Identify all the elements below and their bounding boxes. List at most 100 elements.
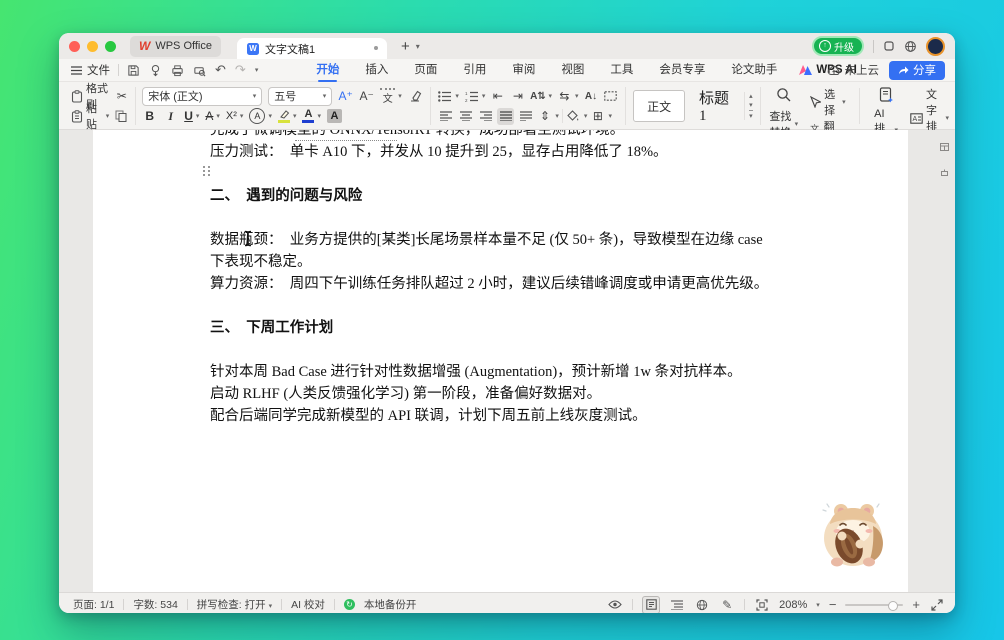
undo-icon[interactable]: ↶ bbox=[215, 62, 226, 78]
ribbon-tab[interactable]: 会员专享 bbox=[659, 61, 705, 80]
fit-page-icon[interactable] bbox=[754, 597, 770, 613]
user-avatar[interactable] bbox=[926, 37, 945, 56]
file-menu-button[interactable]: 文件 bbox=[71, 62, 110, 78]
ribbon-tab[interactable]: 论文助手 bbox=[731, 61, 777, 80]
bullet-list-button[interactable]: ▾ bbox=[437, 89, 459, 104]
minimize-window-button[interactable] bbox=[87, 41, 98, 52]
numbered-list-button[interactable]: 12▾ bbox=[464, 89, 486, 104]
document-line[interactable] bbox=[210, 339, 796, 361]
document-line[interactable]: 数据瓶颈： 业务方提供的[某类]长尾场景样本量不足 (仅 50+ 条)，导致模型… bbox=[210, 229, 796, 251]
decrease-indent-button[interactable]: ⇤ bbox=[490, 89, 505, 104]
zoom-in-button[interactable]: + bbox=[912, 597, 920, 612]
align-right-button[interactable] bbox=[477, 108, 494, 125]
ribbon-tab[interactable]: 页面 bbox=[414, 61, 437, 80]
align-center-button[interactable] bbox=[457, 108, 474, 125]
clear-format-icon[interactable] bbox=[408, 89, 423, 104]
save-icon[interactable] bbox=[127, 64, 140, 77]
character-shading-button[interactable]: A bbox=[327, 109, 342, 123]
increase-font-button[interactable]: A⁺ bbox=[338, 89, 353, 104]
find-replace-button[interactable]: 查找替换▾ bbox=[767, 86, 800, 130]
document-line[interactable]: 压力测试： 单卡 A10 下，并发从 10 提升到 25，显存占用降低了 18%… bbox=[210, 141, 796, 163]
enclose-character-button[interactable]: A▾ bbox=[249, 108, 272, 124]
line-spacing-button[interactable]: ⇕▾ bbox=[537, 109, 559, 124]
document-page[interactable]: 完成了微调模型的 ONNX/TensorRT 转换，成功部署至测试环境。压力测试… bbox=[93, 130, 908, 592]
word-count[interactable]: 字数: 534 bbox=[133, 597, 177, 612]
font-size-select[interactable]: 五号▾ bbox=[268, 87, 332, 106]
document-line[interactable]: 启动 RLHF (人类反馈强化学习) 第一阶段，准备偏好数据对。 bbox=[210, 383, 796, 405]
text-direction-button[interactable]: ⇆▾ bbox=[557, 89, 579, 104]
ribbon-tab[interactable]: 审阅 bbox=[512, 61, 535, 80]
document-line[interactable]: 算力资源： 周四下午训练任务排队超过 2 小时，建议后续错峰调度或申请更高优先级… bbox=[210, 273, 796, 295]
ribbon-tab[interactable]: 引用 bbox=[463, 61, 486, 80]
window-mode-icon[interactable] bbox=[883, 40, 895, 52]
style-heading1[interactable]: 标题 1 bbox=[687, 87, 742, 125]
document-tab[interactable]: W 文字文稿1 bbox=[237, 38, 387, 59]
ribbon-tab[interactable]: 工具 bbox=[610, 61, 633, 80]
document-line[interactable]: 下表现不稳定。 bbox=[210, 251, 796, 273]
document-line[interactable]: 二、 遇到的问题与风险 bbox=[210, 185, 796, 207]
globe-settings-icon[interactable] bbox=[904, 40, 917, 53]
ribbon-tab[interactable]: 插入 bbox=[365, 61, 388, 80]
page-tool-icon-2[interactable] bbox=[941, 163, 948, 181]
strikethrough-button[interactable]: A▾ bbox=[205, 109, 220, 123]
document-line[interactable]: 针对本周 Bad Case 进行针对性数据增强 (Augmentation)，预… bbox=[210, 361, 796, 383]
superscript-button[interactable]: X²▾ bbox=[226, 110, 244, 122]
select-button[interactable]: 选择▾ bbox=[810, 86, 846, 118]
paste-button[interactable]: 粘贴 ▾ bbox=[71, 100, 109, 132]
decrease-font-button[interactable]: A⁻ bbox=[359, 89, 374, 104]
cloud-sync-button[interactable]: 未上云 bbox=[827, 62, 880, 78]
font-color-button[interactable]: A ▾ bbox=[302, 109, 321, 123]
ribbon-tab[interactable]: 开始 bbox=[316, 61, 339, 80]
quick-actions-chevron-icon[interactable]: ▾ bbox=[255, 66, 259, 74]
style-gallery-scroll[interactable]: ▴▾▾ bbox=[744, 92, 753, 120]
distribute-button[interactable] bbox=[517, 108, 534, 125]
align-left-button[interactable] bbox=[437, 108, 454, 125]
new-tab-button[interactable]: + bbox=[401, 39, 410, 54]
cut-icon[interactable]: ✂ bbox=[116, 89, 127, 104]
document-line[interactable] bbox=[210, 163, 796, 185]
document-canvas[interactable]: 完成了微调模型的 ONNX/TensorRT 转换，成功部署至测试环境。压力测试… bbox=[59, 130, 955, 592]
tab-list-chevron-icon[interactable]: ▾ bbox=[416, 42, 420, 51]
bold-button[interactable]: B bbox=[142, 109, 157, 124]
close-window-button[interactable] bbox=[69, 41, 80, 52]
document-line[interactable] bbox=[210, 295, 796, 317]
underline-button[interactable]: U▾ bbox=[184, 109, 199, 123]
eye-protect-icon[interactable] bbox=[607, 597, 623, 613]
highlight-color-button[interactable]: ▾ bbox=[278, 110, 297, 123]
document-line[interactable]: 三、 下周工作计划 bbox=[210, 317, 796, 339]
wps-office-home-button[interactable]: W WPS Office bbox=[130, 36, 221, 57]
zoom-out-button[interactable]: − bbox=[829, 597, 837, 612]
increase-indent-button[interactable]: ⇥ bbox=[510, 89, 525, 104]
page-view-button[interactable] bbox=[642, 596, 660, 614]
justify-button[interactable] bbox=[497, 108, 514, 125]
font-name-select[interactable]: 宋体 (正文)▾ bbox=[142, 87, 262, 106]
print-icon[interactable] bbox=[171, 64, 184, 77]
redo-icon[interactable]: ↷ bbox=[235, 62, 246, 78]
ai-proofread-button[interactable]: AI 校对 bbox=[291, 597, 325, 612]
spellcheck-toggle[interactable]: 拼写检查: 打开 ▾ bbox=[197, 597, 272, 612]
ribbon-tab[interactable]: 视图 bbox=[561, 61, 584, 80]
export-icon[interactable] bbox=[149, 64, 162, 77]
borders-button[interactable]: ⊞▾ bbox=[590, 109, 612, 124]
italic-button[interactable]: I bbox=[163, 109, 178, 124]
page-setup-button[interactable] bbox=[603, 89, 618, 104]
document-line[interactable]: 配合后端同学完成新模型的 API 联调，计划下周五前上线灰度测试。 bbox=[210, 405, 796, 427]
web-view-button[interactable] bbox=[694, 597, 710, 613]
style-normal[interactable]: 正文 bbox=[633, 90, 685, 122]
paragraph-drag-handle-icon[interactable] bbox=[203, 166, 211, 176]
hamster-sticker[interactable] bbox=[815, 498, 891, 575]
page-count[interactable]: 页面: 1/1 bbox=[73, 597, 114, 612]
share-button[interactable]: 分享 bbox=[889, 61, 945, 80]
fullscreen-icon[interactable] bbox=[929, 597, 945, 613]
copy-icon[interactable] bbox=[115, 109, 127, 124]
pen-edit-icon[interactable]: ✎ bbox=[719, 597, 735, 613]
print-preview-icon[interactable] bbox=[193, 64, 206, 77]
shading-button[interactable]: ▾ bbox=[566, 109, 588, 124]
document-line[interactable] bbox=[210, 207, 796, 229]
character-scale-button[interactable]: A⇅▾ bbox=[530, 89, 552, 104]
upgrade-button[interactable]: ↑ 升级 bbox=[812, 36, 864, 56]
ai-layout-button[interactable]: AI 排版▾ bbox=[872, 86, 900, 130]
zoom-slider-thumb[interactable] bbox=[888, 601, 898, 611]
zoom-chevron-icon[interactable]: ▾ bbox=[816, 601, 820, 609]
outline-view-button[interactable] bbox=[669, 597, 685, 613]
